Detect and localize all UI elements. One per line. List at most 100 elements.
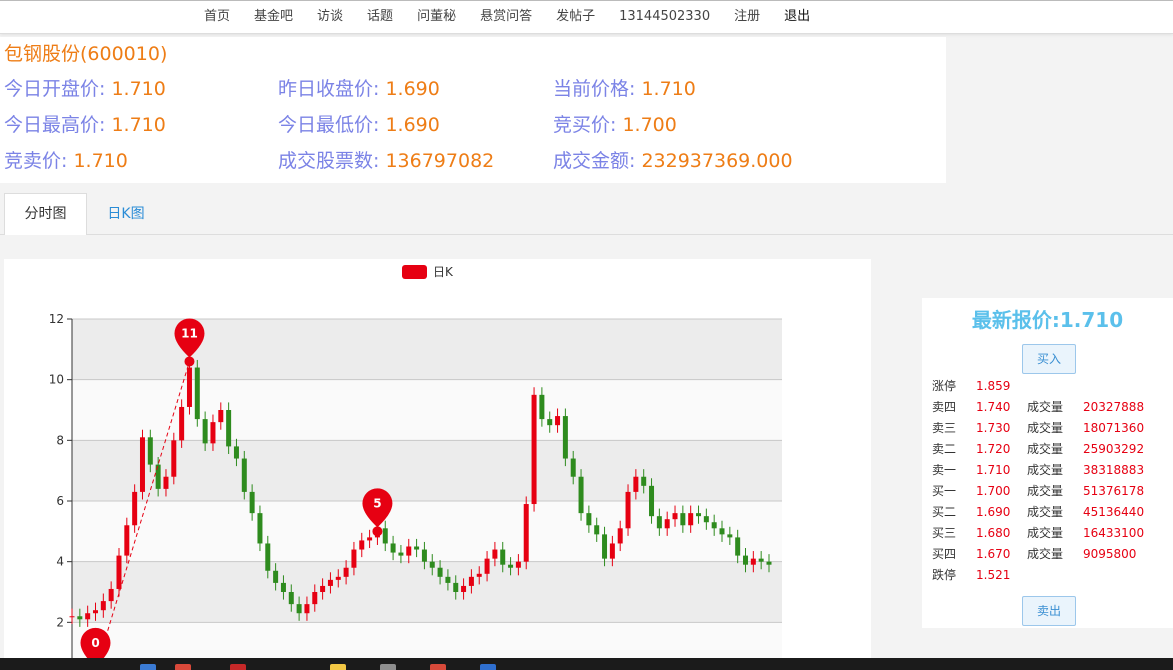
app-icon[interactable] (480, 664, 496, 670)
candle-body (649, 485, 655, 517)
level-label: 卖三 (932, 421, 957, 435)
bid-price: 竞买价: 1.700 (553, 114, 677, 136)
y-tick-label: 10 (49, 373, 64, 387)
candle-body (312, 592, 318, 605)
nav-logout-link[interactable]: 退出 (772, 1, 822, 33)
level-volume: 25903292 (1083, 442, 1145, 456)
candle-body (171, 440, 177, 477)
candle-body (664, 519, 670, 529)
candle-body (696, 513, 702, 517)
volume-label: 成交量 (1027, 421, 1064, 435)
stock-title: 包钢股份(600010) (4, 43, 168, 65)
level-label: 买一 (932, 484, 957, 498)
candle-body (343, 567, 349, 577)
app-icon[interactable] (140, 664, 156, 670)
app-icon[interactable] (230, 664, 246, 670)
candle-body (257, 513, 263, 544)
nav-fund-forum-link[interactable]: 基金吧 (242, 1, 305, 33)
candle-body (202, 419, 208, 444)
nav-menu: 首页 基金吧 访谈 话题 问董秘 悬赏问答 发帖子 13144502330 注册… (192, 1, 822, 33)
tab-intraday[interactable]: 分时图 (4, 193, 87, 235)
candle-body (92, 610, 98, 614)
candle-body (359, 540, 365, 550)
candle-body (304, 604, 310, 614)
candle-body (367, 537, 373, 541)
marker-dot (184, 356, 195, 367)
candle-body (766, 561, 772, 565)
level-price: 1.700 (976, 484, 1011, 498)
browser-icon[interactable] (175, 664, 191, 670)
app-icon[interactable] (430, 664, 446, 670)
candle-body (116, 555, 122, 589)
candle-body (249, 491, 255, 514)
level-volume: 16433100 (1083, 526, 1145, 540)
level-price: 1.521 (976, 568, 1011, 582)
candle-body (609, 543, 615, 559)
buy-button[interactable]: 买入 (1022, 344, 1076, 374)
y-tick-label: 4 (56, 555, 64, 569)
candle-body (139, 437, 145, 492)
stock-quote-panel: 包钢股份(600010) 今日开盘价: 1.710 昨日收盘价: 1.690 当… (0, 37, 946, 183)
candle-body (194, 367, 200, 420)
nav-topics-link[interactable]: 话题 (355, 1, 405, 33)
chart-tabs: 分时图 日K图 (0, 193, 1173, 235)
candle-body (320, 585, 326, 592)
volume-shares: 成交股票数: 136797082 (278, 150, 495, 172)
candle-body (241, 458, 247, 492)
taskbar (0, 658, 1173, 670)
current-price: 当前价格: 1.710 (553, 78, 696, 100)
candle-body (327, 579, 333, 586)
nav-bounty-qa-link[interactable]: 悬赏问答 (468, 1, 544, 33)
level-price: 1.720 (976, 442, 1011, 456)
candle-body (711, 522, 717, 529)
candle-body (570, 458, 576, 477)
level-price: 1.740 (976, 400, 1011, 414)
volume-label: 成交量 (1027, 400, 1064, 414)
tab-daily-k[interactable]: 日K图 (87, 193, 165, 233)
y-tick-label: 2 (56, 615, 64, 629)
nav-interview-link[interactable]: 访谈 (305, 1, 355, 33)
candle-body (531, 394, 537, 505)
sell-button[interactable]: 卖出 (1022, 596, 1076, 626)
candle-body (265, 543, 271, 571)
level-price: 1.859 (976, 379, 1011, 393)
candle-body (719, 528, 725, 535)
level-volume: 20327888 (1083, 400, 1145, 414)
level-label: 买四 (932, 547, 957, 561)
low-price: 今日最低价: 1.690 (278, 114, 440, 136)
candle-body (124, 525, 130, 556)
candle-body (523, 504, 529, 562)
nav-user-phone-link[interactable]: 13144502330 (607, 1, 722, 33)
level-price: 1.730 (976, 421, 1011, 435)
candle-body (179, 406, 185, 441)
nav-post-link[interactable]: 发帖子 (544, 1, 607, 33)
candle-body (351, 549, 357, 568)
candle-body (594, 525, 600, 535)
candle-body (108, 588, 114, 602)
candle-body (186, 367, 192, 407)
candle-body (453, 582, 459, 592)
candle-body (335, 576, 341, 580)
candle-body (688, 513, 694, 526)
candle-body (437, 567, 443, 577)
app-icon[interactable] (380, 664, 396, 670)
candle-body (656, 516, 662, 529)
marker-label: 0 (91, 636, 99, 650)
level-label: 卖二 (932, 442, 957, 456)
top-navigation-bar: 首页 基金吧 访谈 话题 问董秘 悬赏问答 发帖子 13144502330 注册… (0, 0, 1173, 34)
turnover-amount: 成交金额: 232937369.000 (553, 150, 793, 172)
nav-ask-secretary-link[interactable]: 问董秘 (405, 1, 468, 33)
nav-home-link[interactable]: 首页 (192, 1, 242, 33)
folder-icon[interactable] (330, 664, 346, 670)
candle-body (429, 561, 435, 568)
volume-label: 成交量 (1027, 484, 1064, 498)
candle-body (735, 537, 741, 556)
level-volume: 51376178 (1083, 484, 1145, 498)
nav-register-link[interactable]: 注册 (722, 1, 772, 33)
candle-body (508, 564, 514, 568)
kline-svg: 2 4 6 8 10 12 11 5 0 (49, 312, 782, 670)
volume-label: 成交量 (1027, 463, 1064, 477)
level-price: 1.690 (976, 505, 1011, 519)
candle-body (155, 464, 161, 489)
level-volume: 9095800 (1083, 547, 1137, 561)
